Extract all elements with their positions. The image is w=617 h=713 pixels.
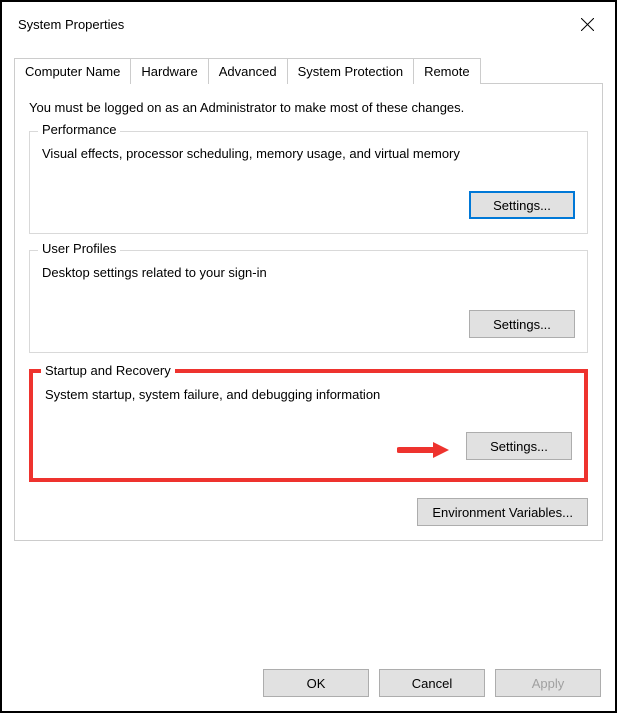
tab-strip: Computer Name Hardware Advanced System P… [2,58,615,84]
tab-computer-name[interactable]: Computer Name [14,58,131,84]
dialog-button-row: OK Cancel Apply [263,669,601,697]
startup-recovery-settings-button[interactable]: Settings... [466,432,572,460]
window-title: System Properties [18,17,124,32]
titlebar: System Properties [2,2,615,46]
user-profiles-settings-button[interactable]: Settings... [469,310,575,338]
group-performance-title: Performance [38,122,120,137]
tab-hardware[interactable]: Hardware [131,58,208,84]
close-button[interactable] [571,10,603,38]
group-performance-desc: Visual effects, processor scheduling, me… [42,146,575,161]
group-performance: Performance Visual effects, processor sc… [29,131,588,234]
intro-text: You must be logged on as an Administrato… [29,100,588,115]
group-user-profiles-title: User Profiles [38,241,120,256]
performance-settings-button[interactable]: Settings... [469,191,575,219]
group-startup-recovery-desc: System startup, system failure, and debu… [45,387,572,402]
environment-variables-button[interactable]: Environment Variables... [417,498,588,526]
group-user-profiles: User Profiles Desktop settings related t… [29,250,588,353]
group-user-profiles-desc: Desktop settings related to your sign-in [42,265,575,280]
apply-button[interactable]: Apply [495,669,601,697]
close-icon [581,18,594,31]
cancel-button[interactable]: Cancel [379,669,485,697]
ok-button[interactable]: OK [263,669,369,697]
arrow-icon [397,440,449,460]
group-startup-recovery-title: Startup and Recovery [41,363,175,378]
tab-system-protection[interactable]: System Protection [288,58,415,84]
tab-advanced[interactable]: Advanced [209,58,288,84]
annotation-arrow [397,440,449,460]
tab-panel-advanced: You must be logged on as an Administrato… [14,83,603,541]
tab-remote[interactable]: Remote [414,58,481,84]
group-startup-recovery: Startup and Recovery System startup, sys… [29,369,588,482]
